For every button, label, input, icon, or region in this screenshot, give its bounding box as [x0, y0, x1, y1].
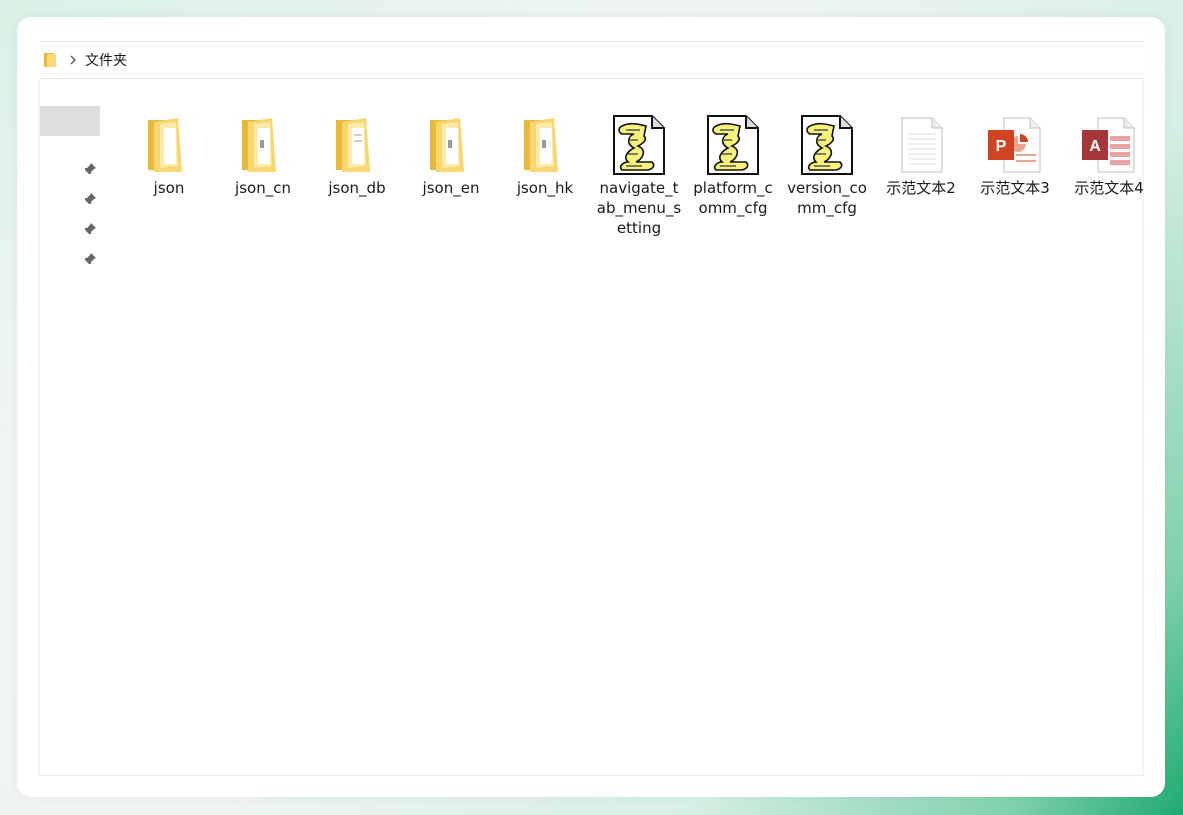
folder-icon [430, 118, 464, 172]
file-item-sample-text-2[interactable]: 示范文本2 [877, 114, 965, 198]
nav-selected-item[interactable] [40, 106, 100, 136]
file-list-pane[interactable]: json json_cn json_db json_en json_hk nav… [39, 80, 1144, 776]
file-item-json-db[interactable]: json_db [313, 114, 401, 198]
text-file-icon [901, 117, 943, 173]
file-item-json-en[interactable]: json_en [407, 114, 495, 198]
svg-text:A: A [1089, 138, 1101, 155]
file-name: version_comm_cfg [787, 179, 867, 217]
folder-icon [336, 118, 370, 172]
folder-icon [148, 118, 182, 172]
folder-icon [524, 118, 558, 172]
file-item-platform-comm-cfg[interactable]: platform_comm_cfg [689, 114, 777, 218]
file-item-json[interactable]: json [125, 114, 213, 198]
file-item-json-cn[interactable]: json_cn [219, 114, 307, 198]
file-item-json-hk[interactable]: json_hk [501, 114, 589, 198]
pin-icon[interactable] [83, 192, 97, 206]
svg-text:P: P [996, 138, 1007, 155]
chevron-right-icon[interactable] [67, 54, 79, 66]
file-name: json_en [422, 179, 480, 197]
file-item-sample-text-4[interactable]: A 示范文本4 [1065, 114, 1153, 198]
folder-icon [44, 53, 56, 67]
file-name: navigate_tab_menu_setting [596, 179, 682, 237]
script-icon [613, 115, 665, 175]
pin-icon[interactable] [83, 252, 97, 266]
file-name: 示范文本4 [1074, 179, 1144, 197]
pin-icon[interactable] [83, 162, 97, 176]
address-bar[interactable]: 文件夹 [39, 41, 1144, 79]
file-name: json [153, 179, 185, 197]
pin-icon[interactable] [83, 222, 97, 236]
file-name: platform_comm_cfg [693, 179, 773, 217]
file-name: json_db [328, 179, 386, 197]
file-name: json_hk [516, 179, 574, 197]
script-icon [707, 115, 759, 175]
file-item-version-comm-cfg[interactable]: version_comm_cfg [783, 114, 871, 218]
file-item-navigate-tab-menu-setting[interactable]: navigate_tab_menu_setting [595, 114, 683, 238]
file-name: 示范文本2 [886, 179, 956, 197]
file-name: json_cn [235, 179, 291, 197]
folder-icon [242, 118, 276, 172]
file-explorer-window: 文件夹 json json_cn json_db json_en json_hk… [17, 17, 1165, 797]
access-icon: A [1082, 117, 1135, 173]
file-item-sample-text-3[interactable]: P 示范文本3 [971, 114, 1059, 198]
script-icon [801, 115, 853, 175]
breadcrumb-current-folder[interactable]: 文件夹 [85, 50, 127, 70]
navigation-pane [40, 106, 100, 136]
file-name: 示范文本3 [980, 179, 1050, 197]
powerpoint-icon: P [988, 117, 1041, 173]
